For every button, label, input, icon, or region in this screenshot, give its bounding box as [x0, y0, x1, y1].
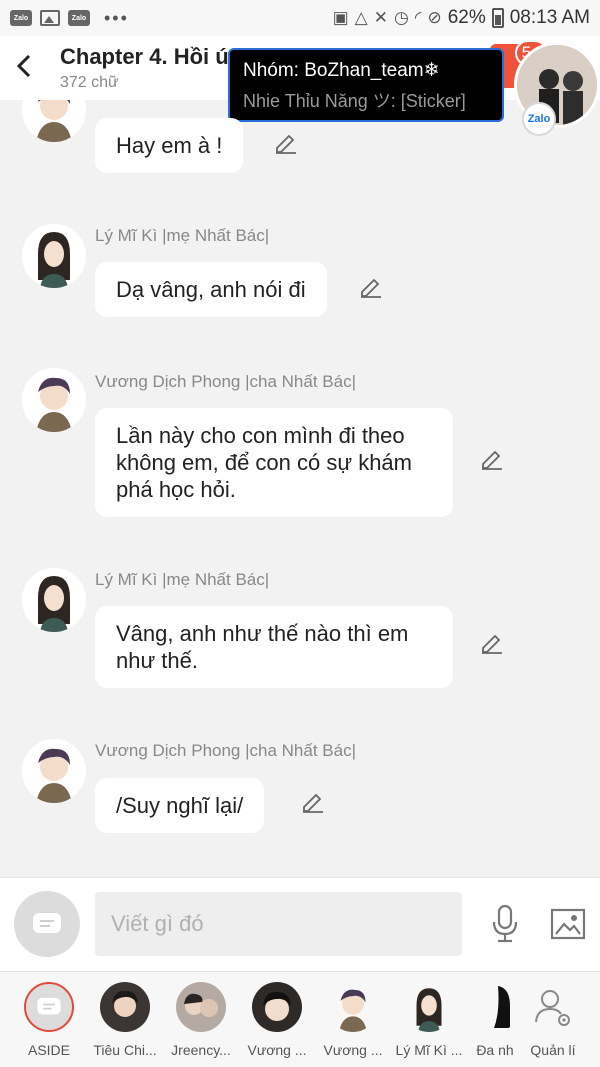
manage-avatar — [528, 982, 578, 1032]
status-bar: Zalo Zalo ••• ▣ △ ✕ ◷ ◜ ⊘ 62% 08:13 AM — [0, 0, 600, 36]
character-avatar — [252, 982, 302, 1032]
notification-title: Nhóm: BoZhan_team❄ — [243, 60, 440, 81]
chat-bubble-icon — [33, 913, 61, 933]
alarm-icon: ◷ — [394, 8, 409, 27]
character-item[interactable]: Vương ... — [315, 982, 391, 1058]
zalo-app-icon: Zalo — [10, 10, 32, 26]
zalo-app-icon: Zalo — [68, 10, 90, 26]
input-bar — [0, 877, 600, 971]
character-item[interactable]: Vương ... — [239, 982, 315, 1058]
character-bar: ASIDE Tiêu Chi... Jreency... Vương ... V… — [0, 971, 600, 1067]
edit-icon[interactable] — [480, 446, 504, 470]
clock: 08:13 AM — [509, 7, 590, 28]
character-avatar — [404, 982, 454, 1032]
message-bubble[interactable]: /Suy nghĩ lại/ — [95, 778, 265, 833]
message-bubble[interactable]: Dạ vâng, anh nói đi — [95, 262, 327, 317]
chapter-title: Chapter 4. Hồi ú — [60, 44, 229, 69]
edit-icon[interactable] — [274, 130, 298, 154]
character-avatar — [328, 982, 378, 1032]
message-bubble[interactable]: Hay em à ! — [95, 118, 244, 173]
male-avatar[interactable] — [22, 100, 86, 142]
user-settings-icon — [535, 990, 570, 1026]
character-name: Jreency... — [171, 1042, 231, 1058]
edit-icon[interactable] — [480, 630, 504, 654]
character-avatar — [470, 982, 520, 1032]
male-avatar[interactable] — [22, 368, 86, 432]
male-avatar[interactable] — [22, 739, 86, 803]
message-bubble[interactable]: Lần này cho con mình đi theo không em, đ… — [95, 408, 453, 517]
character-name: Lý Mĩ Kì ... — [395, 1042, 463, 1058]
back-button[interactable] — [12, 48, 36, 84]
character-avatar — [100, 982, 150, 1032]
battery-percent: 62% — [447, 7, 486, 28]
manage-characters-button[interactable]: Quản lí — [515, 982, 591, 1058]
character-name: Tiêu Chi... — [93, 1042, 157, 1058]
male-character-icon — [22, 368, 86, 432]
character-item[interactable]: Jreency... — [163, 982, 239, 1058]
sender-name: Lý Mĩ Kì |mẹ Nhất Bác| — [95, 226, 270, 245]
female-avatar[interactable] — [22, 568, 86, 632]
wifi-icon: ◜ — [414, 8, 422, 27]
mute-icon: ✕ — [373, 8, 388, 27]
chat-bubble-icon — [37, 997, 61, 1015]
sender-name: Vương Dịch Phong |cha Nhất Bác| — [95, 372, 357, 391]
image-button[interactable] — [550, 908, 586, 940]
character-aside[interactable]: ASIDE — [11, 982, 87, 1058]
character-name: Vương ... — [247, 1042, 307, 1058]
message-bubble[interactable]: Vâng, anh như thế nào thì em như thế. — [95, 606, 453, 688]
microphone-icon — [492, 904, 518, 943]
chat-area[interactable]: Hay em à ! Lý Mĩ Kì |mẹ Nhất Bác| Dạ vân… — [0, 100, 600, 877]
back-arrow-icon — [16, 54, 31, 78]
male-character-icon — [22, 100, 86, 142]
character-item[interactable]: Tiêu Chi... — [87, 982, 163, 1058]
battery-icon — [491, 8, 504, 28]
edit-icon[interactable] — [359, 274, 383, 298]
sender-name: Lý Mĩ Kì |mẹ Nhất Bác| — [95, 570, 270, 589]
character-item[interactable]: Lý Mĩ Kì ... — [391, 982, 467, 1058]
more-notifications-icon: ••• — [104, 7, 129, 28]
female-avatar[interactable] — [22, 224, 86, 288]
male-character-icon — [22, 739, 86, 803]
gallery-icon — [40, 10, 60, 26]
character-name: Vương ... — [323, 1042, 383, 1058]
sim-icon: ▣ — [332, 8, 349, 27]
female-character-icon — [22, 568, 86, 632]
image-icon — [550, 908, 586, 940]
data-saver-icon: △ — [354, 8, 368, 27]
character-name: ASIDE — [27, 1042, 70, 1058]
character-name: Quản lí — [530, 1042, 576, 1058]
do-not-disturb-icon: ⊘ — [427, 8, 442, 27]
aside-avatar — [24, 982, 74, 1032]
edit-icon[interactable] — [301, 789, 325, 813]
character-avatar — [176, 982, 226, 1032]
female-character-icon — [22, 224, 86, 288]
chat-mode-button[interactable] — [14, 891, 80, 957]
word-count: 372 chữ — [60, 74, 119, 91]
sender-name: Vương Dịch Phong |cha Nhất Bác| — [95, 741, 357, 760]
message-input[interactable] — [95, 892, 462, 956]
microphone-button[interactable] — [490, 904, 520, 944]
